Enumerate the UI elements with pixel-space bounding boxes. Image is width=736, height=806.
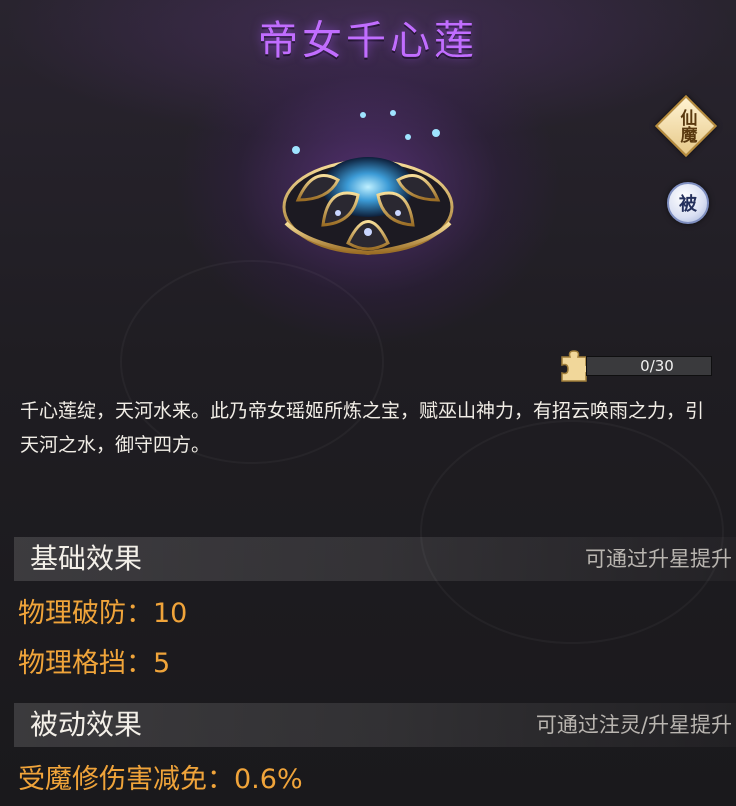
passive-effects-hint: 可通过注灵/升星提升 [535, 713, 732, 737]
item-title: 帝女千心莲 [258, 18, 478, 64]
basic-effects-hint: 可通过升星提升 [585, 547, 732, 571]
passive-effects-title: 被动效果 [30, 708, 143, 741]
item-description: 千心莲绽，天河水来。此乃帝女瑶姬所炼之宝，赋巫山神力，有招云唤雨之力，引天河之水… [20, 400, 705, 456]
lotus-treasure-icon [282, 110, 454, 256]
passive-effects-header: 被动效果 可通过注灵/升星提升 [14, 703, 736, 747]
passive-badge[interactable]: 被 [667, 182, 709, 224]
basic-effect-item: 物理破防：10 [18, 598, 188, 629]
shard-progress-text: 0/30 [640, 357, 674, 375]
passive-effect-item: 受魔修伤害减免：0.6% [18, 764, 303, 795]
passive-badge-label: 被 [679, 194, 697, 215]
basic-effect-item: 物理格挡：5 [18, 648, 171, 679]
realm-badge-label: 仙魔 [676, 109, 697, 143]
basic-effects-header: 基础效果 可通过升星提升 [14, 537, 736, 581]
basic-effects-title: 基础效果 [30, 542, 143, 575]
